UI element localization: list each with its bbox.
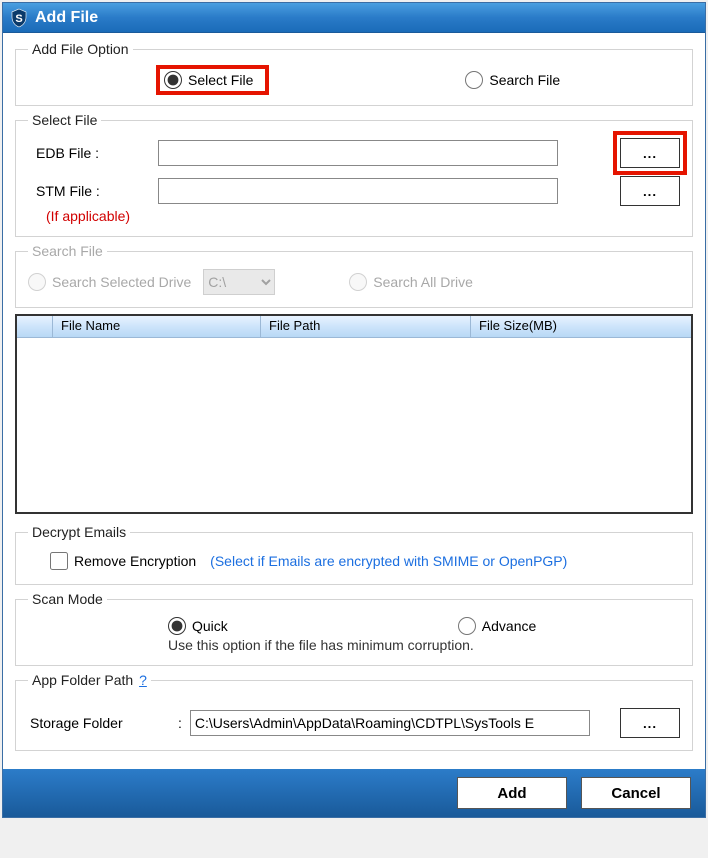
stm-note: (If applicable) [28,208,680,224]
radio-quick-label: Quick [192,618,228,634]
scan-note: Use this option if the file has minimum … [28,637,680,653]
fieldset-app-folder-path: App Folder Path ? Storage Folder : ... [15,672,693,751]
checkbox-remove-encryption[interactable] [50,552,68,570]
fieldset-add-file-option: Add File Option Select File Search File [15,41,693,106]
col-file-path[interactable]: File Path [261,316,471,337]
content-area: Add File Option Select File Search File … [3,33,705,769]
stm-browse-button[interactable]: ... [620,176,680,206]
legend-app-folder: App Folder Path ? [28,672,151,688]
storage-folder-input[interactable] [190,710,590,736]
edb-browse-button[interactable]: ... [620,138,680,168]
stm-file-label: STM File : [28,183,158,199]
edb-file-label: EDB File : [28,145,158,161]
storage-browse-button[interactable]: ... [620,708,680,738]
col-file-name[interactable]: File Name [53,316,261,337]
radio-quick[interactable] [168,617,186,635]
radio-advance[interactable] [458,617,476,635]
radio-search-all-drive-label: Search All Drive [373,274,473,290]
radio-search-file[interactable] [465,71,483,89]
radio-search-selected-drive-label: Search Selected Drive [52,274,191,290]
fieldset-select-file: Select File EDB File : ... STM File : ..… [15,112,693,237]
legend-add-file-option: Add File Option [28,41,133,57]
fieldset-scan-mode: Scan Mode Quick Advance Use this option … [15,591,693,666]
table-header: File Name File Path File Size(MB) [17,316,691,338]
dialog-footer: Add Cancel [3,769,705,817]
radio-search-file-label: Search File [489,72,560,88]
storage-folder-label: Storage Folder [28,715,178,731]
radio-select-file-group[interactable]: Select File [160,69,265,91]
legend-select-file: Select File [28,112,101,128]
checkbox-remove-encryption-label: Remove Encryption [74,553,196,569]
radio-select-file[interactable] [164,71,182,89]
stm-file-input[interactable] [158,178,558,204]
radio-select-file-label: Select File [188,72,253,88]
decrypt-hint: (Select if Emails are encrypted with SMI… [210,553,567,569]
titlebar: S Add File [3,3,705,33]
svg-text:S: S [15,13,22,25]
colon: : [178,715,182,731]
col-checkbox [17,316,53,337]
legend-search-file: Search File [28,243,107,259]
radio-search-selected-drive [28,273,46,291]
file-results-table: File Name File Path File Size(MB) [15,314,693,514]
table-body [17,338,691,512]
radio-search-all-drive [349,273,367,291]
edb-file-input[interactable] [158,140,558,166]
col-file-size[interactable]: File Size(MB) [471,316,691,337]
cancel-button[interactable]: Cancel [581,777,691,809]
help-icon[interactable]: ? [139,672,147,688]
add-button[interactable]: Add [457,777,567,809]
fieldset-search-file: Search File Search Selected Drive C:\ Se… [15,243,693,308]
legend-decrypt: Decrypt Emails [28,524,130,540]
add-file-dialog: S Add File Add File Option Select File S… [2,2,706,818]
radio-search-file-group[interactable]: Search File [465,71,560,89]
legend-scan-mode: Scan Mode [28,591,107,607]
shield-icon: S [9,8,29,28]
drive-select: C:\ [203,269,275,295]
radio-advance-label: Advance [482,618,536,634]
window-title: Add File [35,9,98,27]
fieldset-decrypt-emails: Decrypt Emails Remove Encryption (Select… [15,524,693,585]
